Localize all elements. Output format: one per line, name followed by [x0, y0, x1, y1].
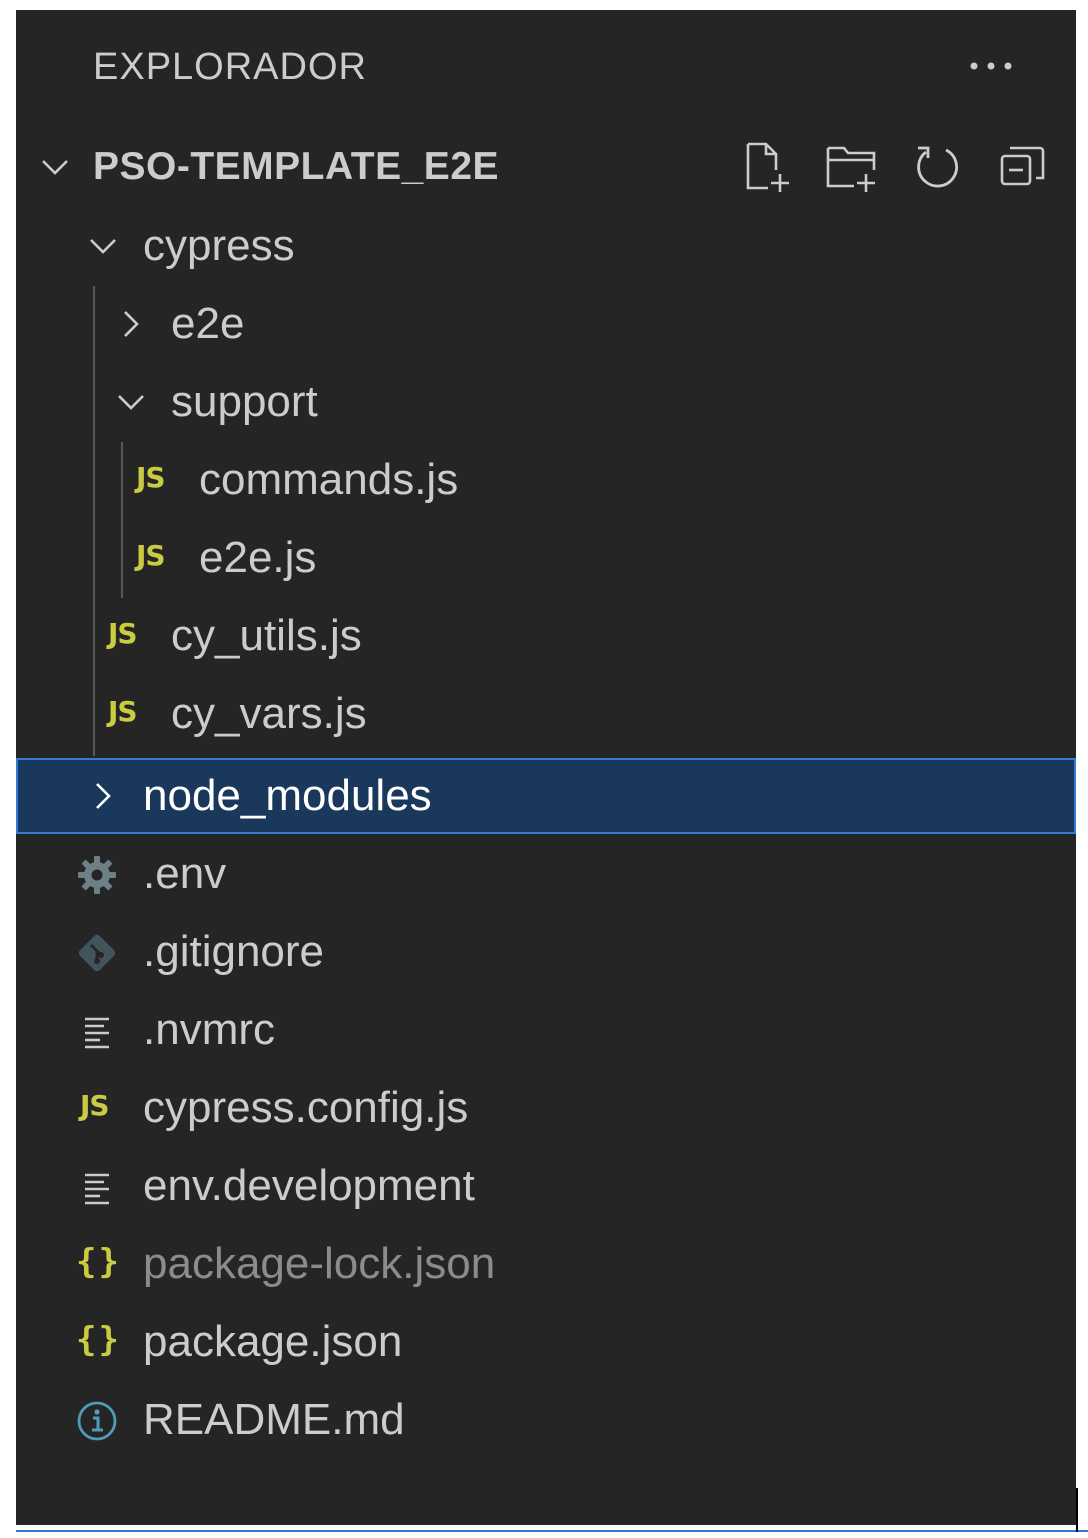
tree-item-folder-e2e[interactable]: e2e [16, 286, 1076, 362]
tree-item-label: package-lock.json [143, 1239, 496, 1288]
tree-item-label: support [171, 377, 318, 426]
tree-item-folder-support[interactable]: support [16, 364, 1076, 440]
ellipsis-icon[interactable] [966, 46, 1016, 86]
tree-item-file-cy-vars-js[interactable]: JS cy_vars.js [16, 676, 1076, 752]
tree-item-label: env.development [143, 1161, 475, 1210]
tree-item-label: .gitignore [143, 927, 325, 976]
text-lines-icon [85, 1173, 109, 1205]
tree-item-label: cy_vars.js [171, 689, 367, 738]
tree-item-folder-node-modules[interactable]: node_modules [16, 758, 1076, 834]
tree-item-label: package.json [143, 1317, 403, 1366]
chevron-down-icon[interactable] [114, 385, 148, 419]
js-icon: JS [136, 461, 166, 494]
tree-item-label: e2e [171, 299, 245, 348]
git-icon [78, 934, 116, 972]
tree-item-label: commands.js [199, 455, 459, 504]
refresh-icon[interactable] [910, 140, 964, 194]
tree-item-file-env[interactable]: .env [16, 836, 1076, 912]
text-lines-icon [85, 1017, 109, 1049]
explorer-title: EXPLORADOR [93, 46, 367, 88]
tree-item-label: e2e.js [199, 533, 317, 582]
tree-item-label: node_modules [143, 771, 432, 820]
json-icon: {} [76, 1320, 121, 1360]
explorer-panel: EXPLORADOR PSO-TEMPLATE_E2E cypress e2e … [16, 10, 1076, 1525]
tree-item-label: cypress.config.js [143, 1083, 469, 1132]
tree-item-label: .env [143, 849, 227, 898]
tree-item-file-package-lock-json[interactable]: {} package-lock.json [16, 1226, 1076, 1302]
js-icon: JS [136, 539, 166, 572]
new-file-icon[interactable] [740, 140, 794, 194]
tree-item-label: .nvmrc [143, 1005, 275, 1054]
tree-item-file-commands-js[interactable]: JS commands.js [16, 442, 1076, 518]
tree-item-file-readme-md[interactable]: README.md [16, 1382, 1076, 1458]
tree-item-file-env-development[interactable]: env.development [16, 1148, 1076, 1224]
tree-item-file-package-json[interactable]: {} package.json [16, 1304, 1076, 1380]
new-folder-icon[interactable] [824, 140, 878, 194]
tree-item-label: cy_utils.js [171, 611, 362, 660]
chevron-down-icon[interactable] [86, 229, 120, 263]
js-icon: JS [80, 1089, 110, 1122]
window-edge [1076, 1488, 1078, 1532]
tree-item-folder-cypress[interactable]: cypress [16, 208, 1076, 284]
js-icon: JS [108, 695, 138, 728]
tree-item-file-gitignore[interactable]: .gitignore [16, 914, 1076, 990]
chevron-right-icon[interactable] [86, 779, 120, 813]
chevron-right-icon[interactable] [114, 307, 148, 341]
json-icon: {} [76, 1242, 121, 1282]
tree-item-file-cypress-config-js[interactable]: JS cypress.config.js [16, 1070, 1076, 1146]
info-icon [77, 1401, 117, 1441]
tree-item-file-e2e-js[interactable]: JS e2e.js [16, 520, 1076, 596]
collapse-all-icon[interactable] [996, 140, 1050, 194]
js-icon: JS [108, 617, 138, 650]
tree-item-label: README.md [143, 1395, 405, 1444]
gear-icon [78, 856, 116, 894]
chevron-down-icon[interactable] [38, 150, 72, 184]
project-header[interactable]: PSO-TEMPLATE_E2E [16, 130, 1076, 204]
tree-item-file-nvmrc[interactable]: .nvmrc [16, 992, 1076, 1068]
tree-item-file-cy-utils-js[interactable]: JS cy_utils.js [16, 598, 1076, 674]
focus-border-line [16, 1530, 1088, 1532]
tree-item-label: cypress [143, 221, 295, 270]
project-name: PSO-TEMPLATE_E2E [93, 145, 500, 188]
